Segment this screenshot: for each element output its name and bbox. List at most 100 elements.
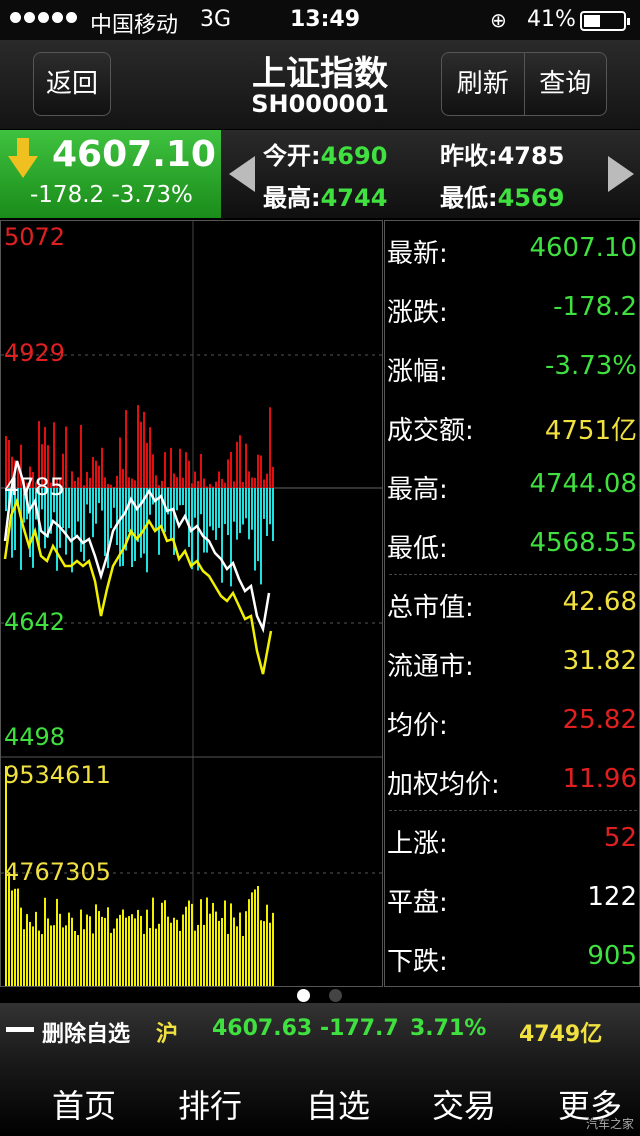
tab-home[interactable]: 首页 — [52, 1081, 116, 1127]
open-quote: 今开:4690 — [263, 136, 387, 171]
tab-ranking[interactable]: 排行 — [178, 1081, 242, 1127]
info-value: 4607.10 — [529, 233, 637, 263]
intraday-chart[interactable]: 5072 4929 4785 4642 4498 9534611 4767305 — [0, 220, 383, 987]
info-row: 均价: 25.82 — [385, 693, 639, 752]
price-axis-min: 4498 — [4, 723, 66, 751]
info-row: 涨幅: -3.73% — [385, 339, 639, 398]
volume-bar — [155, 928, 157, 986]
volume-bar — [233, 917, 235, 986]
advance-bar — [206, 486, 208, 488]
volume-bar — [107, 907, 109, 986]
page-dot[interactable] — [329, 989, 342, 1002]
advance-bar — [212, 486, 214, 488]
decline-bar — [218, 488, 220, 528]
volume-bar — [98, 911, 100, 986]
volume-bar — [188, 900, 190, 986]
tab-trade[interactable]: 交易 — [432, 1081, 496, 1127]
volume-bar — [68, 912, 70, 986]
advance-bar — [107, 483, 109, 488]
decline-bar — [104, 488, 106, 556]
advance-bar — [116, 475, 118, 488]
delete-watchlist-button[interactable]: 删除自选 — [42, 1016, 130, 1048]
decline-bar — [113, 488, 115, 508]
decline-bar — [137, 488, 139, 542]
next-stock-arrow-icon[interactable] — [608, 156, 634, 192]
volume-bar — [179, 930, 181, 986]
price-axis-max: 5072 — [4, 223, 66, 251]
advance-bar — [161, 480, 163, 488]
advance-bar — [218, 471, 220, 488]
advance-bar — [125, 410, 127, 488]
decline-bar — [95, 488, 97, 524]
tab-watchlist[interactable]: 自选 — [306, 1081, 370, 1127]
volume-bar — [215, 911, 217, 986]
advance-bar — [119, 437, 121, 488]
volume-bar — [128, 916, 130, 986]
volume-bar — [74, 930, 76, 986]
volume-bar — [62, 927, 64, 986]
decline-bar — [272, 488, 274, 542]
down-arrow-icon — [8, 138, 38, 178]
advance-bar — [239, 435, 241, 488]
high-quote: 最高:4744 — [263, 178, 387, 213]
info-label: 涨幅: — [387, 357, 448, 387]
current-price: 4607.10 — [52, 134, 216, 175]
advance-bar — [224, 482, 226, 488]
advance-bar — [254, 477, 256, 488]
advance-bar — [215, 481, 217, 488]
volume-bar — [26, 914, 28, 986]
volume-bar — [104, 917, 106, 986]
advance-bar — [149, 427, 151, 488]
advance-bar — [209, 483, 211, 488]
volume-bar — [266, 904, 268, 986]
advance-bar — [95, 460, 97, 488]
advance-bar — [137, 405, 139, 488]
advance-bar — [221, 478, 223, 488]
advance-bar — [263, 479, 265, 488]
decline-bar — [203, 488, 205, 553]
decline-bar — [206, 488, 208, 553]
volume-bar — [17, 888, 19, 986]
info-label: 平盘: — [387, 888, 448, 918]
decline-bar — [77, 488, 79, 522]
prev-close-value: 4785 — [497, 142, 565, 170]
prev-stock-arrow-icon[interactable] — [229, 156, 255, 192]
advance-bar — [89, 477, 91, 488]
back-button[interactable]: 返回 — [33, 52, 111, 116]
refresh-button[interactable]: 刷新 — [442, 53, 525, 115]
info-row: 流通市: 31.82 — [385, 634, 639, 693]
advance-bar — [200, 453, 202, 488]
volume-bar — [212, 902, 214, 986]
query-button[interactable]: 查询 — [525, 53, 607, 115]
advance-bar — [272, 466, 274, 488]
volume-bar — [224, 900, 226, 986]
battery-percent: 41% — [527, 7, 576, 32]
info-row: 最新: 4607.10 — [385, 221, 639, 280]
advance-bar — [251, 477, 253, 488]
prev-close-label: 昨收: — [440, 142, 498, 170]
volume-bar — [47, 918, 49, 986]
advance-bar — [236, 441, 238, 488]
prev-close-quote: 昨收:4785 — [440, 136, 564, 171]
volume-bar — [242, 935, 244, 986]
decline-bar — [233, 488, 235, 522]
info-value: 52 — [603, 823, 637, 853]
volume-bar — [170, 922, 172, 986]
tab-bar: 首页 排行 自选 交易 更多 汽车之家 — [0, 1055, 640, 1136]
remove-icon[interactable] — [6, 1027, 34, 1032]
decline-bar — [116, 488, 118, 546]
nav-bar: 上证指数 SH000001 返回 刷新 查询 — [0, 40, 640, 130]
volume-bar — [83, 929, 85, 986]
decline-bar — [155, 488, 157, 531]
volume-bar — [182, 914, 184, 986]
advance-bar — [98, 465, 100, 488]
page-dot-active[interactable] — [297, 989, 310, 1002]
volume-bar — [203, 924, 205, 986]
info-row: 下跌: 905 — [385, 929, 639, 988]
advance-bar — [101, 447, 103, 488]
info-label: 上涨: — [387, 829, 448, 859]
volume-bar — [44, 897, 46, 986]
volume-bar — [23, 929, 25, 986]
advance-bar — [197, 480, 199, 488]
decline-bar — [248, 488, 250, 540]
